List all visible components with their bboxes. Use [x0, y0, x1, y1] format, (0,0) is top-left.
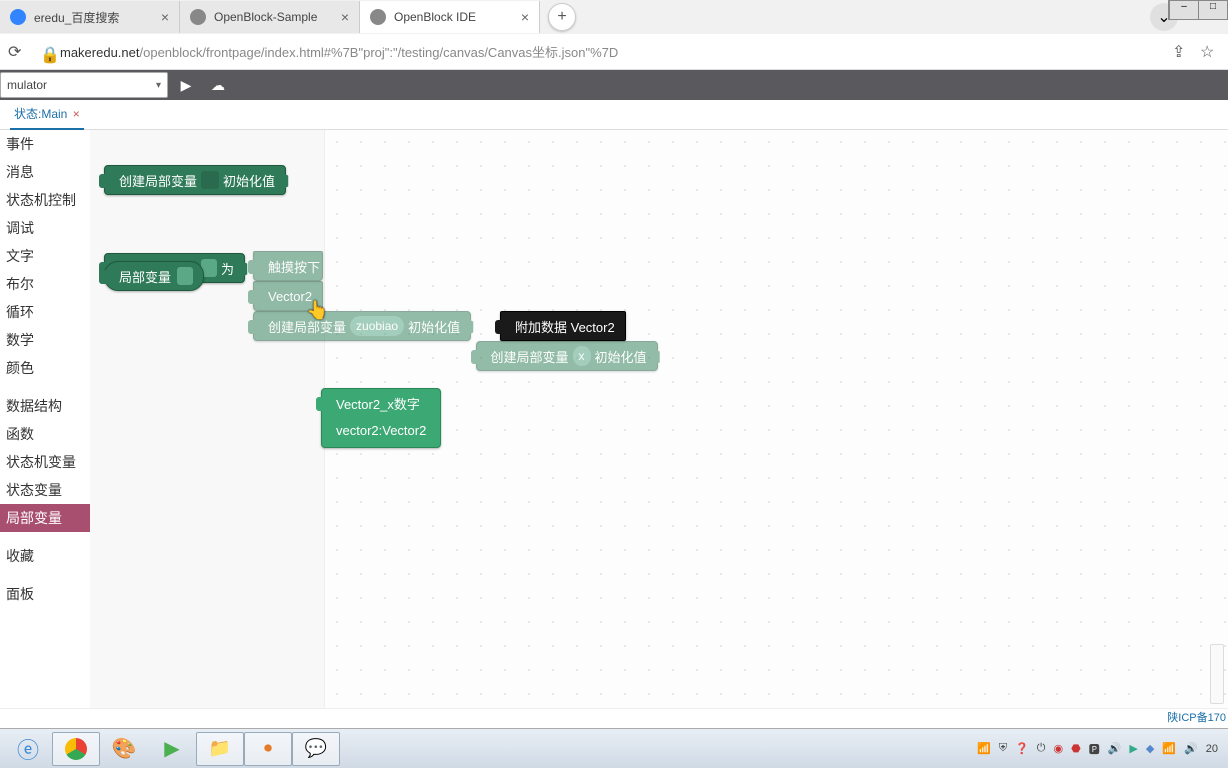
browser-tab-2[interactable]: OpenBlock IDE × — [360, 1, 540, 33]
file-tab-main[interactable]: 状态:Main × — [10, 99, 84, 130]
tray-icon[interactable]: 🅿 — [1089, 741, 1100, 757]
chevron-down-icon: ▾ — [156, 80, 161, 91]
tab-title: eredu_百度搜索 — [34, 9, 119, 26]
workspace-block-create-zuobiao[interactable]: 创建局部变量 zuobiao 初始化值 — [253, 311, 471, 341]
tray-clock[interactable]: 20 — [1206, 743, 1218, 755]
explorer-app[interactable]: 📁 — [196, 732, 244, 766]
sidebar-item-datastruct[interactable]: 数据结构 — [0, 392, 90, 420]
var-slot[interactable] — [201, 171, 219, 189]
tray-volume-icon[interactable]: 🔊 — [1184, 742, 1198, 755]
wechat-app[interactable]: 💬 — [292, 732, 340, 766]
favicon-globe — [190, 9, 206, 25]
tray-network-icon[interactable]: 📶 — [1162, 742, 1176, 755]
sidebar-item-state-var[interactable]: 状态变量 — [0, 476, 90, 504]
close-icon[interactable]: × — [333, 9, 349, 25]
favicon-baidu — [10, 9, 26, 25]
tray-icon[interactable]: ❓ — [1015, 742, 1029, 755]
sidebar-item-events[interactable]: 事件 — [0, 130, 90, 158]
new-tab-button[interactable]: + — [548, 3, 576, 31]
sidebar-item-fsm-control[interactable]: 状态机控制 — [0, 186, 90, 214]
file-tab-strip: 状态:Main × — [0, 100, 1228, 130]
sidebar-item-function[interactable]: 函数 — [0, 420, 90, 448]
paint-app[interactable]: 🎨 — [100, 732, 148, 766]
sidebar-item-local-var[interactable]: 局部变量 — [0, 504, 90, 532]
palette-block-create-local[interactable]: 创建局部变量 初始化值 — [104, 165, 286, 195]
media-app[interactable]: ▶ — [148, 732, 196, 766]
workspace-block-attached-data[interactable]: 附加数据 Vector2 — [500, 311, 626, 341]
workspace-block-create-x[interactable]: 创建局部变量 x 初始化值 — [476, 341, 658, 371]
sidebar-item-loop[interactable]: 循环 — [0, 298, 90, 326]
main-area: 事件 消息 状态机控制 调试 文字 布尔 循环 数学 颜色 数据结构 函数 状态… — [0, 130, 1228, 708]
sidebar-item-panel[interactable]: 面板 — [0, 580, 90, 608]
tab-title: OpenBlock IDE — [394, 10, 476, 24]
workspace-block-touch[interactable]: 触摸按下 — [253, 251, 323, 281]
var-slot[interactable] — [177, 267, 193, 285]
maximize-button[interactable]: □ — [1198, 1, 1227, 19]
vector2-vector2-label: vector2:Vector2 — [336, 418, 426, 444]
tray-icon[interactable]: ◉ — [1053, 742, 1063, 755]
tray-icon[interactable]: ⬣ — [1071, 742, 1081, 755]
cloud-download-button[interactable]: ☁ — [204, 72, 232, 98]
address-bar: ⟳ 🔒 makeredu.net/openblock/frontpage/ind… — [0, 34, 1228, 70]
tab-title: OpenBlock-Sample — [214, 10, 317, 24]
palette-block-local-var[interactable]: 局部变量 — [104, 261, 204, 291]
url-display[interactable]: makeredu.net/openblock/frontpage/index.h… — [60, 42, 1164, 61]
sidebar-item-favorites[interactable]: 收藏 — [0, 542, 90, 570]
lock-icon: 🔒 — [40, 45, 54, 59]
close-icon[interactable]: × — [513, 9, 529, 25]
windows-taskbar: ⓔ 🎨 ▶ 📁 ⏺ 💬 📶 ⛨ ❓ ⏻ ◉ ⬣ 🅿 🔊 ▶ ◆ 📶 🔊 20 — [0, 728, 1228, 768]
var-name-zuobiao[interactable]: zuobiao — [350, 316, 404, 336]
footer-icp: 陕ICP备170 — [0, 708, 1228, 728]
play-button[interactable]: ▶ — [172, 72, 200, 98]
workspace-block-vector2[interactable]: Vector2 — [253, 281, 323, 311]
sidebar-item-color[interactable]: 颜色 — [0, 354, 90, 382]
category-sidebar: 事件 消息 状态机控制 调试 文字 布尔 循环 数学 颜色 数据结构 函数 状态… — [0, 130, 90, 708]
tray-icon[interactable]: ⛨ — [999, 742, 1007, 755]
vector2-x-label: Vector2_x数字 — [336, 392, 420, 418]
block-palette: 创建局部变量 初始化值 设置局部变量 为 局部变量 👆 — [90, 130, 325, 708]
sidebar-item-text[interactable]: 文字 — [0, 242, 90, 270]
browser-tab-1[interactable]: OpenBlock-Sample × — [180, 1, 360, 33]
minimize-button[interactable]: – — [1169, 1, 1198, 19]
reload-icon[interactable]: ⟳ — [8, 42, 28, 62]
sidebar-item-fsm-var[interactable]: 状态机变量 — [0, 448, 90, 476]
favicon-globe — [370, 9, 386, 25]
window-controls: – □ — [1168, 0, 1228, 20]
chrome-app[interactable] — [52, 732, 100, 766]
share-icon[interactable]: ⇪ — [1172, 42, 1192, 62]
file-tab-label: 状态:Main — [14, 107, 67, 121]
sidebar-item-debug[interactable]: 调试 — [0, 214, 90, 242]
simulator-label: mulator — [7, 78, 47, 92]
ie-icon[interactable]: ⓔ — [4, 732, 52, 766]
close-icon[interactable]: × — [73, 107, 80, 121]
browser-tab-0[interactable]: eredu_百度搜索 × — [0, 1, 180, 33]
url-host: makeredu.net — [60, 45, 140, 60]
close-icon[interactable]: × — [153, 9, 169, 25]
tray-icon[interactable]: ◆ — [1146, 742, 1154, 755]
system-tray: 📶 ⛨ ❓ ⏻ ◉ ⬣ 🅿 🔊 ▶ ◆ 📶 🔊 20 — [977, 741, 1224, 757]
var-name-x[interactable]: x — [573, 346, 591, 366]
app-toolbar: mulator ▾ ▶ ☁ — [0, 70, 1228, 100]
sidebar-item-math[interactable]: 数学 — [0, 326, 90, 354]
workspace-block-vector2x[interactable]: Vector2_x数字 vector2:Vector2 — [321, 388, 441, 448]
browser-tab-strip: eredu_百度搜索 × OpenBlock-Sample × OpenBloc… — [0, 0, 1228, 34]
tray-icon[interactable]: ⏻ — [1037, 742, 1046, 755]
recorder-app[interactable]: ⏺ — [244, 732, 292, 766]
tray-volume-icon[interactable]: 🔊 — [1108, 742, 1122, 755]
sidebar-item-bool[interactable]: 布尔 — [0, 270, 90, 298]
tray-icon[interactable]: 📶 — [977, 742, 991, 755]
simulator-select[interactable]: mulator ▾ — [0, 72, 168, 98]
sidebar-item-messages[interactable]: 消息 — [0, 158, 90, 186]
workspace-scrollbar[interactable] — [1210, 644, 1224, 704]
workspace-canvas[interactable]: 触摸按下 Vector2 创建局部变量 zuobiao 初始化值 附加数据 Ve… — [325, 130, 1228, 708]
url-path: /openblock/frontpage/index.html#%7B"proj… — [140, 45, 619, 60]
bookmark-icon[interactable]: ☆ — [1200, 42, 1220, 62]
tray-icon[interactable]: ▶ — [1129, 742, 1137, 755]
